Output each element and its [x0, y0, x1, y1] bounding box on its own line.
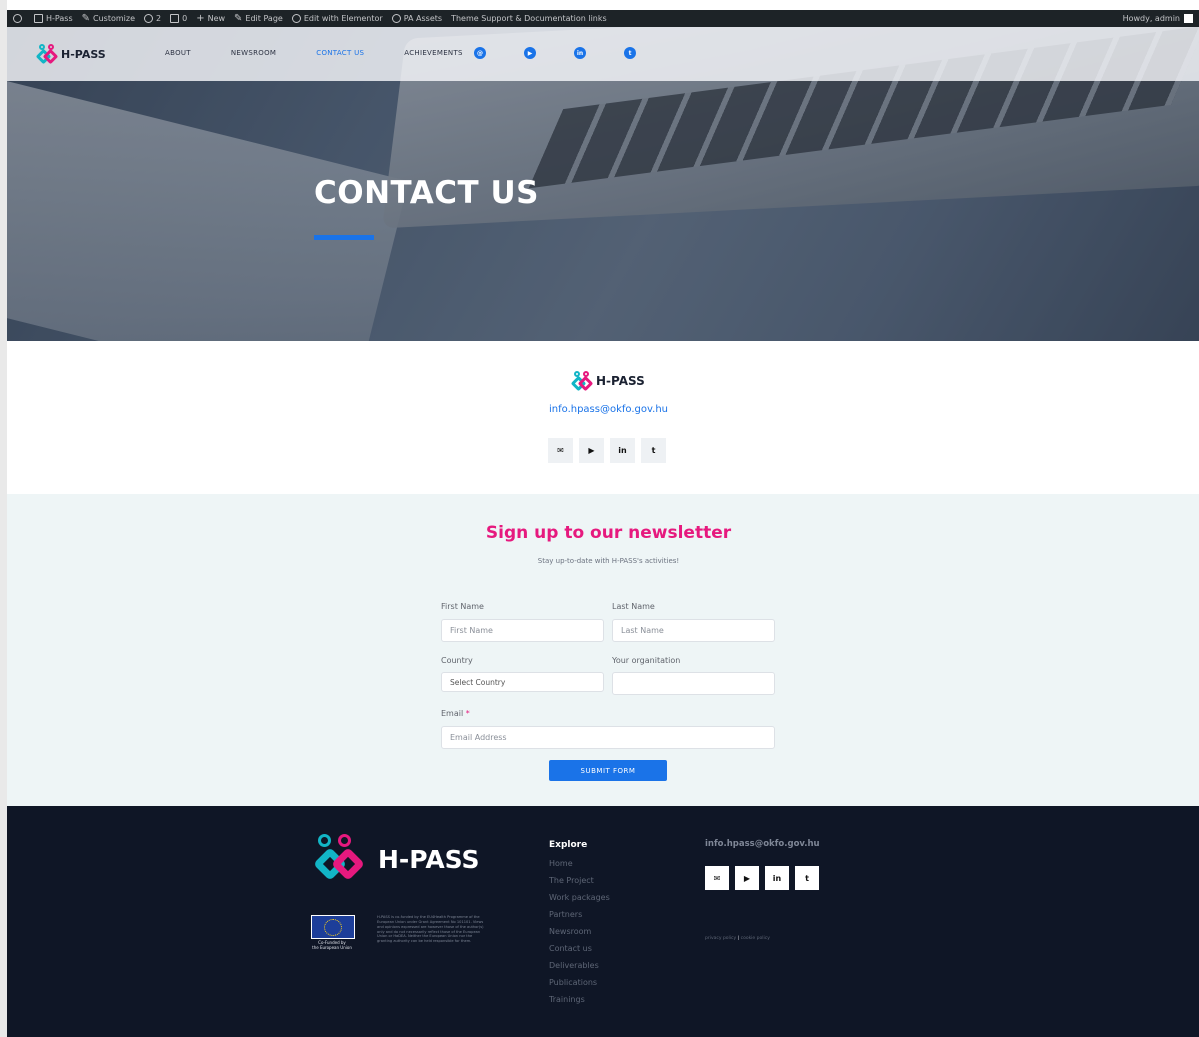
- contact-logo: H-PASS: [570, 371, 645, 392]
- eu-disclaimer: H-PASS is co-funded by the EU4Health Pro…: [377, 915, 484, 944]
- nav-about[interactable]: ABOUT: [165, 49, 191, 57]
- youtube-icon[interactable]: ▶: [524, 47, 536, 59]
- organization-label: Your organitation: [612, 656, 681, 665]
- twitter-icon[interactable]: t: [795, 866, 819, 890]
- admin-comments[interactable]: 0: [170, 14, 187, 23]
- organization-input[interactable]: [612, 672, 775, 695]
- eu-flag-icon: [311, 915, 355, 939]
- footer: H-PASS Co-Funded by the European Union H-…: [7, 806, 1199, 1037]
- email-input[interactable]: Email Address: [441, 726, 775, 749]
- page-title: CONTACT US: [314, 175, 539, 211]
- twitter-icon[interactable]: t: [624, 47, 636, 59]
- nav-newsroom[interactable]: NEWSROOM: [231, 49, 276, 57]
- submit-form-button[interactable]: SUBMIT FORM: [549, 760, 667, 781]
- eu-funding-notice: Co-Funded by the European Union H-PASS is…: [303, 915, 487, 951]
- admin-new[interactable]: + New: [196, 12, 225, 24]
- footer-link-partners[interactable]: Partners: [549, 910, 610, 927]
- site-logo[interactable]: H-PASS: [35, 44, 106, 65]
- required-marker: *: [465, 709, 470, 718]
- admin-pa-assets[interactable]: PA Assets: [391, 14, 442, 23]
- footer-link-work-packages[interactable]: Work packages: [549, 893, 610, 910]
- country-label: Country: [441, 656, 473, 665]
- page: H-Pass ✎ Customize 2 0 + New ✎ Edit Page Ed…: [7, 0, 1199, 1037]
- eu-caption: Co-Funded by the European Union: [312, 940, 352, 950]
- first-name-input[interactable]: First Name: [441, 619, 604, 642]
- footer-logo[interactable]: H-PASS: [313, 834, 480, 884]
- admin-site-name[interactable]: H-Pass: [34, 14, 73, 23]
- nav-contact-us[interactable]: CONTACT US: [316, 49, 364, 57]
- last-name-input[interactable]: Last Name: [612, 619, 775, 642]
- footer-link-trainings[interactable]: Trainings: [549, 995, 610, 1012]
- contact-social-links: ✉ ▶ in t: [548, 438, 672, 463]
- footer-link-contact[interactable]: Contact us: [549, 944, 610, 961]
- country-select[interactable]: Select Country: [441, 672, 604, 692]
- admin-elementor[interactable]: Edit with Elementor: [291, 14, 383, 23]
- youtube-icon[interactable]: ▶: [579, 438, 604, 463]
- wordpress-icon: [13, 14, 22, 23]
- linkedin-icon[interactable]: in: [610, 438, 635, 463]
- newsletter-subtitle: Stay up-to-date with H-PASS's activities…: [537, 557, 680, 565]
- email-icon[interactable]: ✉: [548, 438, 573, 463]
- newsletter-section: Sign up to our newsletter Stay up-to-dat…: [7, 494, 1199, 806]
- last-name-label: Last Name: [612, 602, 655, 611]
- logo-text: H-PASS: [61, 47, 106, 61]
- privacy-policy-link[interactable]: privacy policy: [705, 936, 736, 941]
- nav-achievements[interactable]: ACHIEVEMENTS: [404, 49, 463, 57]
- wordpress-menu[interactable]: [13, 14, 25, 23]
- pencil-icon: ✎: [234, 12, 243, 24]
- updates-icon: [144, 14, 153, 23]
- footer-email-link[interactable]: info.hpass@okfo.gov.hu: [705, 839, 820, 849]
- hero-banner: CONTACT US: [7, 27, 1199, 341]
- h-pass-logo-icon: [570, 371, 594, 392]
- footer-link-home[interactable]: Home: [549, 859, 610, 876]
- title-underline: [314, 235, 374, 240]
- pa-icon: [391, 14, 401, 23]
- newsletter-title: Sign up to our newsletter: [485, 523, 732, 543]
- comment-icon: [170, 14, 180, 23]
- elementor-icon: [291, 14, 301, 23]
- explore-title: Explore: [549, 840, 588, 850]
- twitter-icon[interactable]: t: [641, 438, 666, 463]
- footer-link-project[interactable]: The Project: [549, 876, 610, 893]
- admin-account[interactable]: Howdy, admin: [1123, 14, 1193, 23]
- admin-edit-page[interactable]: ✎ Edit Page: [234, 12, 283, 24]
- explore-menu: Explore Home The Project Work packages P…: [549, 840, 610, 1012]
- admin-bar: H-Pass ✎ Customize 2 0 + New ✎ Edit Page Ed…: [7, 0, 1199, 27]
- footer-link-publications[interactable]: Publications: [549, 978, 610, 995]
- header-social-links: @ ▶ in t: [474, 47, 674, 59]
- main-menu: ABOUT NEWSROOM CONTACT US ACHIEVEMENTS: [165, 49, 503, 57]
- cookie-policy-link[interactable]: cookie policy: [741, 936, 770, 941]
- contact-section: H-PASS info.hpass@okfo.gov.hu ✉ ▶ in t: [7, 341, 1199, 494]
- plus-icon: +: [196, 12, 205, 24]
- policy-links: privacy policy | cookie policy: [705, 936, 770, 941]
- avatar: [1184, 14, 1193, 23]
- email-icon[interactable]: ✉: [705, 866, 729, 890]
- top-strip: [7, 0, 1199, 10]
- h-pass-logo-icon: [313, 834, 368, 884]
- admin-updates[interactable]: 2: [144, 14, 161, 23]
- brush-icon: ✎: [81, 12, 90, 24]
- footer-logo-text: H-PASS: [378, 844, 480, 874]
- footer-link-newsroom[interactable]: Newsroom: [549, 927, 610, 944]
- footer-link-deliverables[interactable]: Deliverables: [549, 961, 610, 978]
- admin-customize[interactable]: ✎ Customize: [81, 12, 135, 24]
- youtube-icon[interactable]: ▶: [735, 866, 759, 890]
- h-pass-logo-icon: [35, 44, 59, 65]
- contact-email-link[interactable]: info.hpass@okfo.gov.hu: [7, 404, 1199, 415]
- linkedin-icon[interactable]: in: [765, 866, 789, 890]
- logo-text: H-PASS: [596, 374, 645, 388]
- footer-social-links: ✉ ▶ in t: [705, 866, 825, 890]
- email-label: Email *: [441, 709, 470, 718]
- linkedin-icon[interactable]: in: [574, 47, 586, 59]
- first-name-label: First Name: [441, 602, 484, 611]
- admin-theme-support[interactable]: Theme Support & Documentation links: [451, 14, 607, 23]
- home-icon: [34, 14, 43, 23]
- email-icon[interactable]: @: [474, 47, 486, 59]
